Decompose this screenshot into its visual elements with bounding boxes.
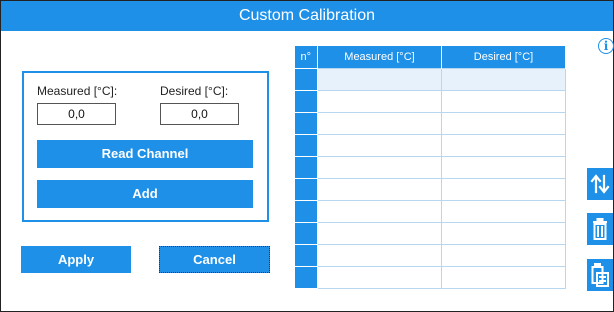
row-number-cell[interactable] — [294, 243, 318, 267]
row-number-cell[interactable] — [294, 111, 318, 135]
measured-cell[interactable] — [317, 89, 442, 113]
table-row[interactable] — [294, 243, 566, 267]
measured-cell[interactable] — [317, 111, 442, 135]
column-header-number: n° — [294, 46, 318, 68]
apply-button[interactable]: Apply — [21, 246, 131, 273]
cancel-button[interactable]: Cancel — [159, 246, 270, 273]
add-button[interactable]: Add — [37, 180, 253, 208]
column-header-measured: Measured [°C] — [317, 46, 442, 68]
measured-label: Measured [°C]: — [37, 84, 118, 98]
measured-cell[interactable] — [317, 133, 442, 157]
sort-button[interactable] — [587, 168, 613, 200]
desired-cell[interactable] — [441, 177, 566, 201]
info-icon[interactable]: i — [598, 38, 614, 54]
desired-cell[interactable] — [441, 111, 566, 135]
measured-cell[interactable] — [317, 221, 442, 245]
desired-cell[interactable] — [441, 133, 566, 157]
table-row[interactable] — [294, 177, 566, 201]
table-row[interactable] — [294, 89, 566, 113]
desired-cell[interactable] — [441, 89, 566, 113]
desired-cell[interactable] — [441, 265, 566, 289]
trash-icon — [593, 218, 607, 240]
measured-cell[interactable] — [317, 199, 442, 223]
row-number-cell[interactable] — [294, 221, 318, 245]
measured-input[interactable]: 0,0 — [37, 103, 116, 125]
row-number-cell[interactable] — [294, 199, 318, 223]
desired-input[interactable]: 0,0 — [160, 103, 239, 125]
clear-list-icon — [591, 263, 609, 287]
row-number-cell[interactable] — [294, 67, 318, 91]
read-channel-button[interactable]: Read Channel — [37, 140, 253, 168]
column-header-desired: Desired [°C] — [441, 46, 566, 68]
row-number-cell[interactable] — [294, 89, 318, 113]
table-row[interactable] — [294, 221, 566, 245]
table-row[interactable] — [294, 155, 566, 179]
table-header-row: n° Measured [°C] Desired [°C] — [294, 46, 566, 68]
measured-cell[interactable] — [317, 265, 442, 289]
row-number-cell[interactable] — [294, 265, 318, 289]
table-row[interactable] — [294, 111, 566, 135]
delete-button[interactable] — [587, 213, 613, 245]
desired-cell[interactable] — [441, 243, 566, 267]
calibration-window: Custom Calibration i Measured [°C]: Desi… — [0, 0, 614, 312]
table-row[interactable] — [294, 133, 566, 157]
table-row[interactable] — [294, 199, 566, 223]
table-row[interactable] — [294, 67, 566, 91]
table-row[interactable] — [294, 265, 566, 289]
row-number-cell[interactable] — [294, 133, 318, 157]
measured-cell[interactable] — [317, 67, 442, 91]
measured-cell[interactable] — [317, 177, 442, 201]
desired-label: Desired [°C]: — [160, 84, 229, 98]
clear-all-button[interactable] — [587, 259, 613, 291]
row-number-cell[interactable] — [294, 155, 318, 179]
measured-cell[interactable] — [317, 243, 442, 267]
desired-cell[interactable] — [441, 67, 566, 91]
desired-cell[interactable] — [441, 199, 566, 223]
calibration-table: n° Measured [°C] Desired [°C] — [294, 46, 566, 289]
measured-cell[interactable] — [317, 155, 442, 179]
sort-icon — [590, 174, 610, 194]
desired-cell[interactable] — [441, 155, 566, 179]
row-number-cell[interactable] — [294, 177, 318, 201]
entry-panel: Measured [°C]: Desired [°C]: 0,0 0,0 Rea… — [22, 71, 269, 222]
desired-cell[interactable] — [441, 221, 566, 245]
window-title: Custom Calibration — [1, 1, 613, 31]
